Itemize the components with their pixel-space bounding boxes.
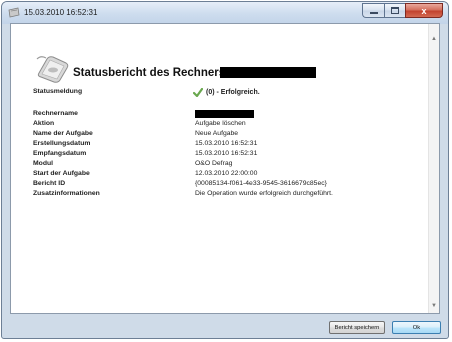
minimize-icon: [369, 11, 378, 14]
status-text: (0) - Erfolgreich.: [206, 89, 260, 96]
field-label-report-id: Bericht ID: [33, 180, 66, 187]
field-value-task-name: Neue Aufgabe: [195, 130, 239, 137]
scroll-down-icon[interactable]: ▼: [429, 301, 439, 311]
field-label-task-name: Name der Aufgabe: [33, 130, 93, 137]
field-value-report-id: {00085134-f061-4e33-9545-3616679c85ec}: [195, 180, 327, 187]
status-value: (0) - Erfolgreich.: [193, 88, 260, 97]
field-value-created: 15.03.2010 16:52:31: [195, 140, 258, 147]
computer-mouse-icon: [36, 56, 69, 83]
save-report-button[interactable]: Bericht speichern: [329, 321, 385, 334]
field-value-additional-info: Die Operation wurde erfolgreich durchgef…: [195, 190, 333, 197]
field-value-task-start: 12.03.2010 22:00:00: [195, 170, 258, 177]
report-heading: Statusbericht des Rechners: [73, 67, 226, 79]
status-label: Statusmeldung: [33, 88, 83, 95]
minimize-button[interactable]: [362, 3, 384, 18]
window-title: 15.03.2010 16:52:31: [24, 8, 98, 17]
report-window: 15.03.2010 16:52:31 x Statusbericht des …: [1, 1, 449, 339]
field-label-computer-name: Rechnername: [33, 110, 78, 117]
app-icon: [8, 7, 20, 18]
redacted-computer-name: [220, 67, 316, 78]
report-content[interactable]: Statusbericht des Rechners Statusmeldung…: [10, 23, 440, 314]
redacted-field-value: [195, 110, 254, 118]
close-icon: x: [421, 5, 427, 16]
field-value-received: 15.03.2010 16:52:31: [195, 150, 258, 157]
vertical-scrollbar[interactable]: ▲ ▼: [428, 24, 439, 313]
checkmark-icon: [193, 88, 203, 97]
caption-buttons: x: [362, 3, 443, 19]
field-label-additional-info: Zusatzinformationen: [33, 190, 100, 197]
close-button[interactable]: x: [405, 3, 443, 18]
maximize-button[interactable]: [384, 3, 405, 18]
field-label-module: Modul: [33, 160, 54, 167]
ok-button[interactable]: Ok: [392, 321, 441, 334]
field-value-module: O&O Defrag: [195, 160, 233, 167]
field-label-created: Erstellungsdatum: [33, 140, 91, 147]
field-label-received: Empfangsdatum: [33, 150, 87, 157]
title-bar[interactable]: 15.03.2010 16:52:31 x: [2, 2, 448, 24]
field-value-action: Aufgabe löschen: [195, 120, 246, 127]
field-label-action: Aktion: [33, 120, 55, 127]
maximize-icon: [391, 7, 399, 14]
scroll-up-icon[interactable]: ▲: [429, 34, 439, 44]
field-label-task-start: Start der Aufgabe: [33, 170, 90, 177]
